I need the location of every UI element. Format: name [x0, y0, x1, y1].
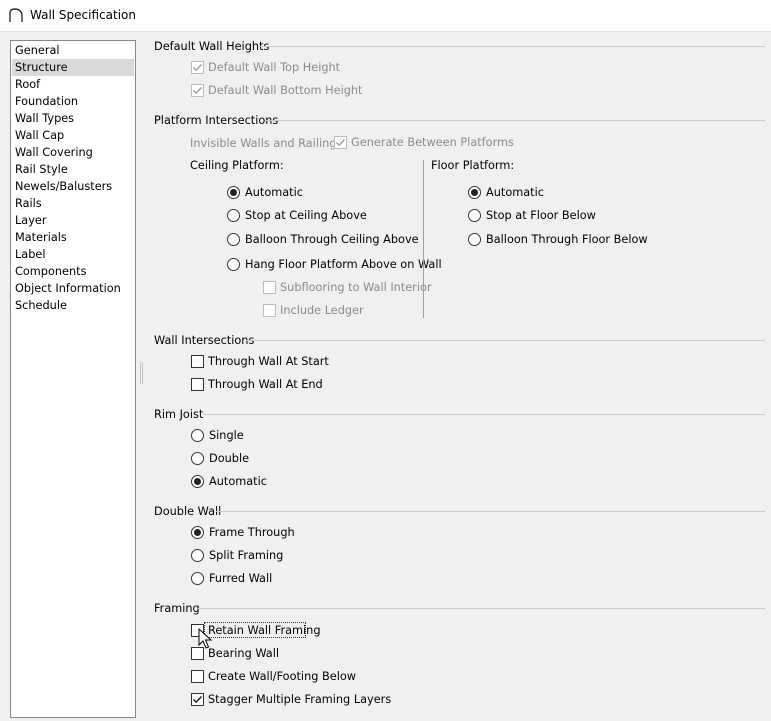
balloon-through-ceiling-radio[interactable]: [227, 233, 240, 246]
furred-wall-label: Furred Wall: [209, 572, 273, 585]
section-platform-intersections: Platform Intersections: [154, 114, 278, 127]
section-divider: [246, 340, 765, 341]
create-wall-footing-label: Create Wall/Footing Below: [208, 670, 356, 683]
checkmark-icon: [193, 64, 202, 72]
bearing-wall-label: Bearing Wall: [208, 647, 279, 660]
nav-item-structure[interactable]: Structure: [12, 59, 134, 76]
nav-item-label[interactable]: Label: [12, 246, 134, 263]
floor-platform-heading: Floor Platform:: [431, 159, 515, 172]
rim-joist-automatic-label: Automatic: [209, 475, 267, 488]
ceiling-automatic-radio[interactable]: [227, 186, 240, 199]
section-rim-joist: Rim Joist: [154, 408, 203, 421]
balloon-through-floor-label: Balloon Through Floor Below: [486, 233, 648, 246]
nav-item-wall-types[interactable]: Wall Types: [12, 110, 134, 127]
nav-item-object-information[interactable]: Object Information: [12, 280, 134, 297]
invisible-walls-label: Invisible Walls and Railings:: [190, 137, 347, 150]
section-default-wall-heights: Default Wall Heights: [154, 40, 269, 53]
ceiling-automatic-label: Automatic: [245, 186, 303, 199]
section-divider: [203, 414, 765, 415]
nav-item-foundation[interactable]: Foundation: [12, 93, 134, 110]
app-logo-icon: [9, 8, 23, 22]
default-wall-bottom-height-checkbox[interactable]: [191, 84, 204, 97]
furred-wall-radio[interactable]: [191, 572, 204, 585]
rim-joist-single-label: Single: [209, 429, 244, 442]
ceiling-platform-heading: Ceiling Platform:: [190, 159, 284, 172]
checkmark-icon: [336, 139, 345, 147]
frame-through-label: Frame Through: [209, 526, 295, 539]
category-list[interactable]: General Structure Roof Foundation Wall Types…: [10, 40, 136, 718]
include-ledger-label: Include Ledger: [280, 304, 364, 317]
balloon-through-floor-radio[interactable]: [468, 233, 481, 246]
create-wall-footing-checkbox[interactable]: [191, 670, 204, 683]
floor-automatic-label: Automatic: [486, 186, 544, 199]
nav-item-components[interactable]: Components: [12, 263, 134, 280]
subflooring-checkbox[interactable]: [263, 281, 276, 294]
through-wall-at-end-checkbox[interactable]: [191, 378, 204, 391]
frame-through-radio[interactable]: [191, 526, 204, 539]
rim-joist-double-radio[interactable]: [191, 452, 204, 465]
stagger-framing-layers-checkbox[interactable]: [191, 693, 204, 706]
floor-automatic-radio[interactable]: [468, 186, 481, 199]
section-title: Framing: [154, 602, 200, 615]
retain-wall-framing-label: Retain Wall Framing: [208, 624, 321, 637]
mouse-pointer-icon: [198, 628, 212, 649]
balloon-through-ceiling-label: Balloon Through Ceiling Above: [245, 233, 419, 246]
split-framing-radio[interactable]: [191, 549, 204, 562]
nav-item-rails[interactable]: Rails: [12, 195, 134, 212]
panel-splitter[interactable]: [140, 362, 143, 384]
default-wall-bottom-height-label: Default Wall Bottom Height: [208, 84, 363, 97]
subflooring-label: Subflooring to Wall Interior: [280, 281, 432, 294]
section-double-wall: Double Wall: [154, 505, 221, 518]
section-divider: [265, 120, 765, 121]
stagger-framing-layers-label: Stagger Multiple Framing Layers: [208, 693, 392, 706]
default-wall-top-height-checkbox[interactable]: [191, 61, 204, 74]
section-title: Default Wall Heights: [154, 40, 270, 53]
nav-item-roof[interactable]: Roof: [12, 76, 134, 93]
rim-joist-automatic-radio[interactable]: [191, 475, 204, 488]
through-wall-at-end-label: Through Wall At End: [208, 378, 323, 391]
nav-item-newels-balusters[interactable]: Newels/Balusters: [12, 178, 134, 195]
section-title: Double Wall: [154, 505, 222, 518]
section-title: Platform Intersections: [154, 114, 279, 127]
generate-between-platforms-label: Generate Between Platforms: [351, 136, 514, 149]
hang-floor-platform-radio[interactable]: [227, 258, 240, 271]
nav-item-schedule[interactable]: Schedule: [12, 297, 134, 314]
nav-item-layer[interactable]: Layer: [12, 212, 134, 229]
hang-floor-platform-label: Hang Floor Platform Above on Wall: [245, 258, 442, 271]
section-wall-intersections: Wall Intersections: [154, 334, 254, 347]
nav-item-rail-style[interactable]: Rail Style: [12, 161, 134, 178]
include-ledger-checkbox[interactable]: [263, 304, 276, 317]
through-wall-at-start-label: Through Wall At Start: [208, 355, 329, 368]
generate-between-platforms-checkbox[interactable]: [334, 136, 347, 149]
nav-item-wall-covering[interactable]: Wall Covering: [12, 144, 134, 161]
split-framing-label: Split Framing: [209, 549, 284, 562]
window-title: Wall Specification: [30, 8, 136, 22]
checkmark-icon: [193, 87, 202, 95]
title-bar: Wall Specification: [0, 0, 771, 32]
stop-at-floor-below-radio[interactable]: [468, 209, 481, 222]
checkmark-icon: [193, 696, 202, 704]
stop-at-floor-below-label: Stop at Floor Below: [486, 209, 596, 222]
stop-at-ceiling-above-label: Stop at Ceiling Above: [245, 209, 367, 222]
nav-item-wall-cap[interactable]: Wall Cap: [12, 127, 134, 144]
section-title: Rim Joist: [154, 408, 204, 421]
rim-joist-double-label: Double: [209, 452, 250, 465]
default-wall-top-height-label: Default Wall Top Height: [208, 61, 341, 74]
nav-item-general[interactable]: General: [12, 42, 134, 59]
nav-item-materials[interactable]: Materials: [12, 229, 134, 246]
section-divider: [258, 46, 765, 47]
section-framing: Framing: [154, 602, 200, 615]
stop-at-ceiling-above-radio[interactable]: [227, 209, 240, 222]
rim-joist-single-radio[interactable]: [191, 429, 204, 442]
platform-divider: [423, 160, 424, 318]
through-wall-at-start-checkbox[interactable]: [191, 355, 204, 368]
section-divider: [216, 511, 765, 512]
section-title: Wall Intersections: [154, 334, 255, 347]
section-divider: [198, 608, 765, 609]
